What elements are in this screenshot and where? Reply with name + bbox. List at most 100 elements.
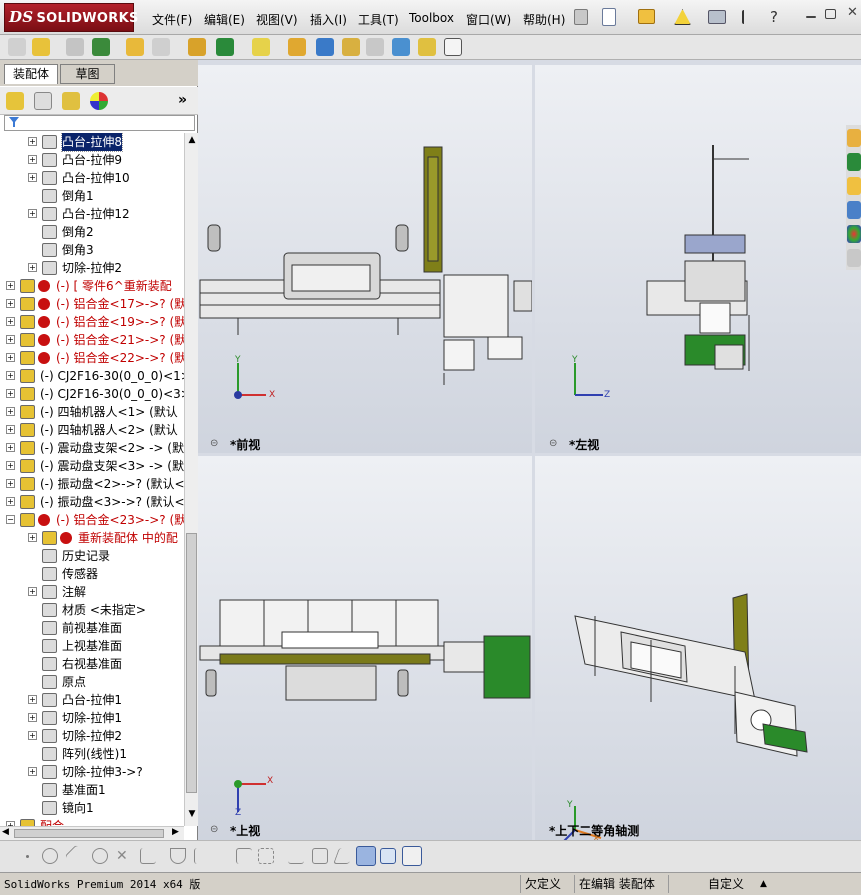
tree-item[interactable]: + (-) 铝合金<22>->? (默 <box>0 349 184 367</box>
help-icon[interactable]: ? <box>766 8 782 26</box>
tree-item[interactable]: 前视基准面 <box>0 619 184 637</box>
tree-item[interactable]: + 切除-拉伸1 <box>0 709 184 727</box>
expand-icon[interactable]: + <box>6 389 15 398</box>
tree-item[interactable]: 基准面1 <box>0 781 184 799</box>
expand-icon[interactable]: + <box>28 263 37 272</box>
property-manager-icon[interactable] <box>34 92 52 110</box>
tree-item[interactable]: + (-) 震动盘支架<2> -> (默 <box>0 439 184 457</box>
mirror-icon[interactable] <box>194 848 210 864</box>
tree-item[interactable]: + 凸台-拉伸8 <box>0 133 184 152</box>
tree-item[interactable]: 阵列(线性)1 <box>0 745 184 763</box>
paperclip-icon[interactable] <box>66 38 84 56</box>
scroll-right-icon[interactable]: ▶ <box>172 827 179 837</box>
angle-icon[interactable] <box>333 848 355 864</box>
tree-item[interactable]: 右视基准面 <box>0 655 184 673</box>
tree-filter-input[interactable] <box>4 115 195 131</box>
tab-assembly[interactable]: 装配体 <box>4 64 58 84</box>
tree-item[interactable]: + 凸台-拉伸10 <box>0 169 184 187</box>
options-icon[interactable] <box>742 10 756 24</box>
warning-icon[interactable] <box>674 9 691 25</box>
tree-item[interactable]: 上视基准面 <box>0 637 184 655</box>
tree-item[interactable]: + (-) 振动盘<3>->? (默认< <box>0 493 184 511</box>
snapshot-icon[interactable] <box>444 38 462 56</box>
expand-icon[interactable]: + <box>6 497 15 506</box>
linear-pattern-icon[interactable] <box>92 38 110 56</box>
tree-item[interactable]: + (-) CJ2F16-30(0_0_0)<1> <box>0 367 184 385</box>
interference-icon[interactable] <box>392 38 410 56</box>
expand-icon[interactable]: + <box>28 155 37 164</box>
solidworks-resources-icon[interactable] <box>847 129 861 147</box>
single-view-icon[interactable] <box>380 848 396 864</box>
tree-horizontal-scrollbar[interactable]: ◀ ▶ <box>0 826 184 840</box>
solidworks-logo[interactable]: DS SOLIDWORKS <box>4 3 138 32</box>
tree-item[interactable]: + 配合 <box>0 817 184 826</box>
expand-icon[interactable]: + <box>28 173 37 182</box>
tree-item[interactable]: + (-) 四轴机器人<1> (默认 <box>0 403 184 421</box>
collapse-icon[interactable]: − <box>6 515 15 524</box>
tab-sketch[interactable]: 草图 <box>60 64 115 84</box>
design-library-icon[interactable] <box>847 153 861 171</box>
tree-item[interactable]: + (-) 震动盘支架<3> -> (默 <box>0 457 184 475</box>
tree-item[interactable]: 倒角3 <box>0 241 184 259</box>
instant3d-icon[interactable] <box>418 38 436 56</box>
feature-tree-icon[interactable] <box>6 92 24 110</box>
expand-icon[interactable]: + <box>28 713 37 722</box>
expand-icon[interactable]: + <box>28 533 37 542</box>
expand-icon[interactable]: + <box>6 479 15 488</box>
expand-icon[interactable]: + <box>6 443 15 452</box>
move-component-icon[interactable] <box>152 38 170 56</box>
menu-tools[interactable]: 工具(T) <box>358 11 399 28</box>
corner-rectangle-icon[interactable] <box>236 848 252 864</box>
reference-geometry-icon[interactable] <box>252 38 270 56</box>
expand-icon[interactable]: + <box>28 731 37 740</box>
status-units[interactable]: 自定义 <box>704 875 754 893</box>
expand-icon[interactable]: + <box>6 371 15 380</box>
open-folder-icon[interactable] <box>638 9 655 24</box>
menu-toolbox[interactable]: Toolbox <box>409 11 454 25</box>
circle-icon[interactable] <box>42 848 58 864</box>
expand-icon[interactable]: + <box>6 335 15 344</box>
menu-help[interactable]: 帮助(H) <box>523 11 565 28</box>
expand-icon[interactable]: + <box>28 587 37 596</box>
scroll-down-icon[interactable]: ▼ <box>187 809 197 821</box>
tree-item[interactable]: + 切除-拉伸3->? <box>0 763 184 781</box>
expand-icon[interactable]: + <box>6 407 15 416</box>
explode-line-icon[interactable] <box>366 38 384 56</box>
tree-item[interactable]: 倒角1 <box>0 187 184 205</box>
expand-icon[interactable]: + <box>6 299 15 308</box>
dimension-icon[interactable] <box>288 848 304 864</box>
viewport-isometric[interactable]: Y X Z *上下二等角轴测 <box>535 456 861 856</box>
point-icon[interactable] <box>26 855 29 858</box>
tree-item[interactable]: 原点 <box>0 673 184 691</box>
extend-icon[interactable] <box>140 848 156 864</box>
tree-item[interactable]: 材质 <未指定> <box>0 601 184 619</box>
trim-icon[interactable]: ✕ <box>116 848 132 864</box>
insert-component-icon[interactable] <box>8 38 26 56</box>
tree-item[interactable]: + 凸台-拉伸12 <box>0 205 184 223</box>
viewport-front[interactable]: Y X ⊝ *前视 <box>198 65 532 453</box>
display-manager-icon[interactable] <box>90 92 108 110</box>
scroll-left-icon[interactable]: ◀ <box>2 827 9 837</box>
file-explorer-icon[interactable] <box>847 177 861 195</box>
tree-item[interactable]: 倒角2 <box>0 223 184 241</box>
tree-vertical-scrollbar[interactable]: ▲ ▼ <box>184 133 198 826</box>
tree-item[interactable]: + 注解 <box>0 583 184 601</box>
tree-item[interactable]: 历史记录 <box>0 547 184 565</box>
tree-item[interactable]: + 切除-拉伸2 <box>0 727 184 745</box>
minimize-icon[interactable] <box>806 16 816 18</box>
expand-icon[interactable]: + <box>6 281 15 290</box>
restore-icon[interactable] <box>825 9 836 19</box>
tree-item[interactable]: + (-) 振动盘<2>->? (默认< <box>0 475 184 493</box>
configuration-manager-icon[interactable] <box>62 92 80 110</box>
expand-icon[interactable]: + <box>28 695 37 704</box>
shaded-display-icon[interactable] <box>356 846 376 866</box>
expand-icon[interactable]: + <box>6 461 15 470</box>
assembly-features-icon[interactable] <box>216 38 234 56</box>
tree-item[interactable]: + 凸台-拉伸9 <box>0 151 184 169</box>
scroll-thumb[interactable] <box>186 533 197 793</box>
expand-icon[interactable]: + <box>6 317 15 326</box>
menu-edit[interactable]: 编辑(E) <box>204 11 245 28</box>
print-icon[interactable] <box>708 10 726 24</box>
menu-view[interactable]: 视图(V) <box>256 11 298 28</box>
mate-icon[interactable] <box>32 38 50 56</box>
